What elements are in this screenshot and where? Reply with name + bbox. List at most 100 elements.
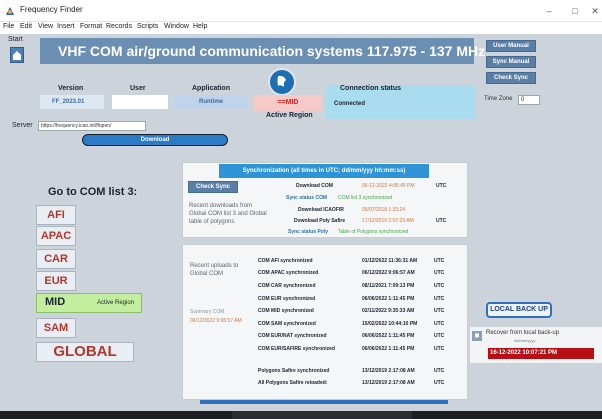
sync-manual-button[interactable]: Sync Manual	[486, 56, 536, 68]
server-input[interactable]: https://frequency.icao.int/ffopen/	[38, 121, 146, 131]
start-panel: Start	[0, 34, 34, 82]
upload-eur-value: 06/06/2022 1:11:45 PM	[362, 296, 415, 302]
upload-sam-value: 15/02/2022 10:44:10 PM	[362, 321, 418, 327]
menu-insert[interactable]: Insert	[57, 23, 75, 30]
minimize-button[interactable]: –	[540, 4, 558, 18]
sync-status-com-value: COM list 3 synchronized	[338, 195, 393, 201]
summary-com-date: 06/12/2022 9:06:57 AM	[190, 318, 242, 324]
connection-panel: Connection status Connected	[326, 85, 476, 119]
app-icon	[6, 7, 14, 15]
download-icaofir-label: Download ICAOFIR	[298, 207, 344, 213]
taskbar-segment	[232, 411, 412, 419]
region-afi-button[interactable]: AFI	[36, 205, 76, 225]
connection-status: Connected	[334, 101, 366, 107]
active-region-label: Active Region	[266, 112, 313, 119]
download-com-value: 06-12-2022 4:06:49 PM	[362, 183, 415, 189]
menu-scripts[interactable]: Scripts	[137, 23, 158, 30]
goto-com-label: Go to COM list 3:	[48, 186, 138, 198]
sync-status-com-label: Sync status COM	[286, 195, 328, 201]
upload-eursafire-label: COM EUR/SAFIRE synchronized	[258, 346, 335, 352]
region-field: ==MID	[254, 95, 322, 111]
taskbar	[0, 411, 602, 419]
menu-bar: File Edit View Insert Format Records Scr…	[0, 22, 602, 34]
menu-format[interactable]: Format	[80, 23, 102, 30]
recover-icon[interactable]: ◼	[472, 331, 482, 341]
summary-com-label: Summary COM	[190, 309, 225, 315]
upload-polygons-value: 13/12/2019 2:17:08 AM	[362, 368, 415, 374]
version-field: FF_2023.01	[40, 95, 104, 109]
menu-records[interactable]: Records	[106, 23, 132, 30]
globe-icon	[273, 73, 291, 91]
download-button[interactable]: Download	[82, 134, 228, 146]
menu-file[interactable]: File	[3, 23, 14, 30]
mid-active-label: Active Region	[97, 300, 135, 306]
connection-header: Connection status	[340, 85, 402, 92]
upload-eurnat-value: 06/06/2022 1:11:45 PM	[362, 333, 415, 339]
user-field	[112, 95, 168, 109]
timezone-label: Time Zone	[484, 96, 513, 102]
region-apac-button[interactable]: APAC	[36, 226, 76, 246]
sync-status-poly-value: Table of Polygons synchronized	[338, 229, 409, 235]
region-sam-button[interactable]: SAM	[36, 318, 76, 338]
upload-car-label: COM CAR synchronized	[258, 283, 316, 289]
upload-eurnat-label: COM EUR/NAT synchronized	[258, 333, 327, 339]
check-sync-button[interactable]: Check Sync	[188, 181, 238, 193]
user-manual-button[interactable]: User Manual	[486, 40, 536, 52]
region-global-button[interactable]: GLOBAL	[36, 342, 134, 362]
user-header: User	[130, 85, 146, 92]
upload-polygons-utc: UTC	[434, 368, 445, 374]
upload-allpolygons-label: All Polygons Safire reloaded:	[258, 380, 328, 386]
upload-eursafire-value: 06/06/2022 1:11:45 PM	[362, 346, 415, 352]
page-title: VHF COM air/ground communication systems…	[58, 43, 486, 59]
region-car-button[interactable]: CAR	[36, 249, 76, 269]
close-button[interactable]: ✕	[588, 4, 602, 18]
upload-mid-label: COM MID synchronized	[258, 308, 314, 314]
upload-car-utc: UTC	[434, 283, 445, 289]
upload-car-value: 08/11/2021 7:09:13 PM	[362, 283, 415, 289]
region-mid-active[interactable]: MID Active Region	[36, 293, 142, 313]
upload-polygons-label: Polygons Safire synchronized	[258, 368, 330, 374]
upload-apac-label: COM APAC synchronized	[258, 270, 319, 276]
upload-eur-label: COM EUR synchronized	[258, 296, 316, 302]
upload-allpolygons-value: 13/12/2019 2:17:08 AM	[362, 380, 415, 386]
menu-view[interactable]: View	[38, 23, 53, 30]
upload-eursafire-utc: UTC	[434, 346, 445, 352]
page-banner: VHF COM air/ground communication systems…	[40, 38, 485, 64]
upload-mid-value: 02/11/2022 9:35:33 AM	[362, 308, 415, 314]
upload-afi-label: COM AFI synchronized	[258, 258, 313, 264]
uploads-scrollbar[interactable]	[200, 400, 448, 404]
download-com-label: Download COM	[296, 183, 333, 189]
start-label: Start	[8, 36, 23, 43]
download-com-utc: UTC	[436, 183, 447, 189]
menu-edit[interactable]: Edit	[20, 23, 32, 30]
version-header: Version	[58, 85, 84, 92]
application-header: Application	[192, 85, 231, 92]
local-backup-button[interactable]: LOCAL BACK UP	[486, 302, 552, 318]
sync-status-poly-label: Sync status Poly	[288, 229, 329, 235]
application-field: Runtime	[174, 95, 248, 109]
menu-help[interactable]: Help	[193, 23, 207, 30]
region-eur-button[interactable]: EUR	[36, 271, 76, 291]
upload-afi-value: 01/12/2022 11:36:31 AM	[362, 258, 418, 264]
menu-window[interactable]: Window	[164, 23, 189, 30]
recover-panel: ◼ Recover from local back-up dd/mm/yyyy …	[470, 327, 602, 363]
recover-format: dd/mm/yyyy	[514, 338, 536, 343]
timezone-input[interactable]: 0	[518, 95, 540, 105]
recover-date[interactable]: 16-12-2022 10:07:21 PM	[488, 348, 594, 359]
maximize-button[interactable]: □	[566, 4, 584, 18]
region-mid-button[interactable]: MID	[45, 296, 65, 308]
upload-sam-utc: UTC	[434, 321, 445, 327]
window-title: Frequency Finder	[20, 5, 83, 14]
globe-button[interactable]	[268, 68, 296, 96]
upload-sam-label: COM SAM synchronized	[258, 321, 316, 327]
home-button[interactable]	[10, 47, 24, 63]
upload-afi-utc: UTC	[434, 258, 445, 264]
sync-header: Synchronization (all times in UTC; dd/mm…	[219, 164, 429, 178]
check-sync-top-button[interactable]: Check Sync	[486, 72, 536, 84]
download-poly-label: Download Poly Safire	[294, 218, 346, 224]
download-icaofir-value: 05/07/2018 1:33:24	[362, 207, 406, 213]
download-poly-utc: UTC	[436, 218, 447, 224]
recover-label: Recover from local back-up	[486, 330, 560, 336]
upload-allpolygons-utc: UTC	[434, 380, 445, 386]
home-icon	[13, 51, 21, 60]
